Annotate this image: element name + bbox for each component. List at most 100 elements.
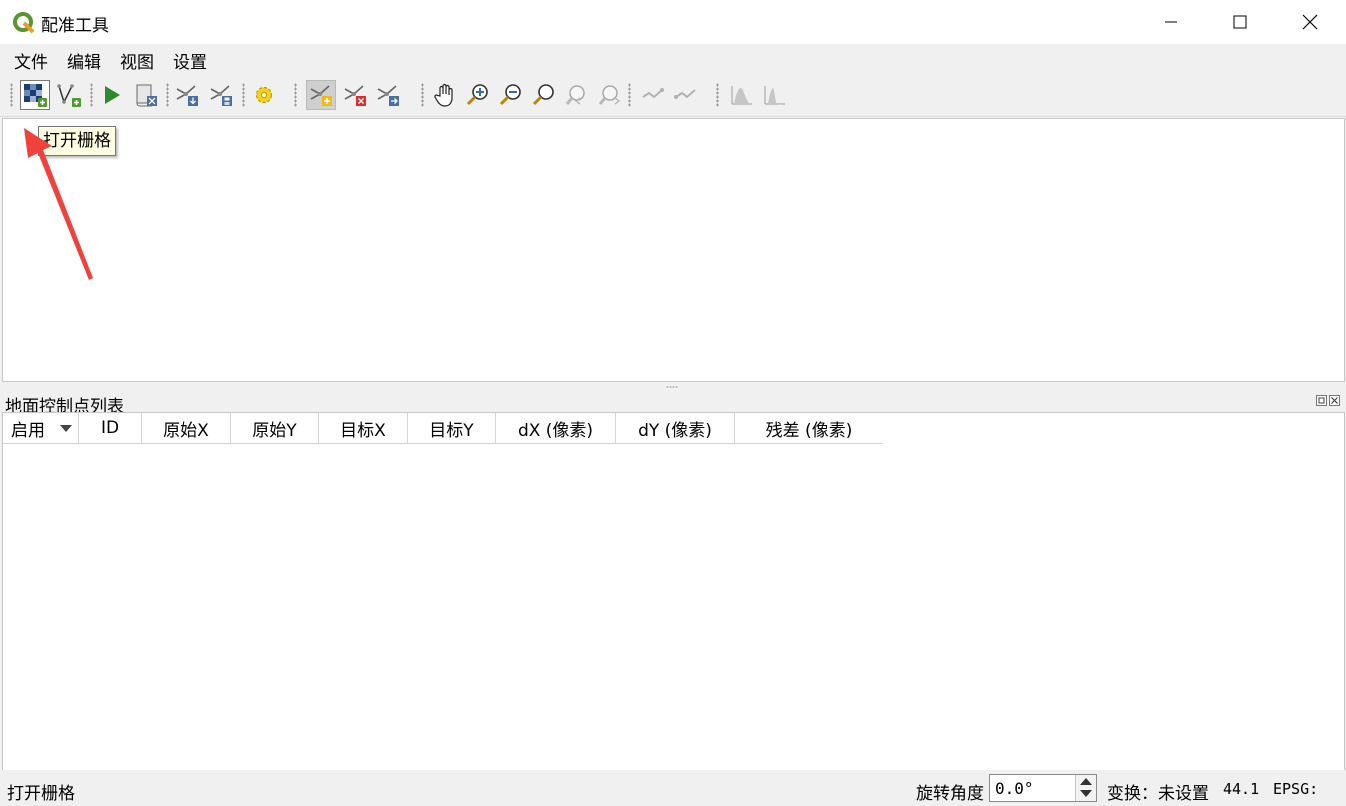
epsg-label[interactable]: EPSG: xyxy=(1273,780,1318,798)
column-header-label: 原始Y xyxy=(252,420,297,441)
add-vector-icon xyxy=(57,84,81,107)
link-georeferencer-button[interactable] xyxy=(638,80,668,110)
sort-descending-icon xyxy=(60,425,72,432)
open-raster-button[interactable] xyxy=(20,80,50,110)
close-button[interactable] xyxy=(1275,0,1345,44)
map-canvas[interactable] xyxy=(2,118,1345,382)
table-header: 启用 ID 原始X 原始Y 目标X 目标Y dX (像素) dY (像素) 残差… xyxy=(3,413,883,444)
maximize-button[interactable] xyxy=(1205,0,1275,44)
float-icon xyxy=(1318,397,1325,404)
splitter-grip xyxy=(666,386,678,388)
toolbar-grip[interactable] xyxy=(716,83,719,107)
menu-edit[interactable]: 编辑 xyxy=(65,48,103,73)
transformation-settings-button[interactable] xyxy=(249,80,279,110)
delete-point-button[interactable] xyxy=(340,80,370,110)
open-raster-icon xyxy=(24,84,47,107)
column-header-dest-x[interactable]: 目标X xyxy=(319,413,408,444)
load-gcp-icon xyxy=(176,85,198,106)
status-bar: 打开栅格 旋转角度 0.0° 变换：未设置 44.1 EPSG: xyxy=(0,770,1346,806)
zoom-last-button[interactable] xyxy=(562,80,592,110)
save-gcp-icon xyxy=(210,85,232,106)
dock-buttons xyxy=(1316,395,1340,406)
add-point-button[interactable] xyxy=(306,80,336,110)
column-header-source-y[interactable]: 原始Y xyxy=(231,413,319,444)
start-georeferencing-button[interactable] xyxy=(97,80,127,110)
spin-down-icon[interactable] xyxy=(1080,790,1092,797)
qgis-logo-icon xyxy=(13,12,35,34)
full-histogram-stretch-icon xyxy=(731,86,752,105)
toolbar-grip[interactable] xyxy=(294,83,297,107)
close-icon xyxy=(1331,397,1338,404)
gear-icon xyxy=(255,86,273,104)
zoom-to-layer-button[interactable] xyxy=(529,80,559,110)
move-point-icon xyxy=(377,85,399,106)
generate-gdal-script-button[interactable] xyxy=(131,80,161,110)
pan-button[interactable] xyxy=(430,80,460,110)
toolbar-grip[interactable] xyxy=(10,83,13,107)
full-histogram-stretch-button[interactable] xyxy=(727,80,757,110)
transform-status: 变换：未设置 xyxy=(1107,784,1209,804)
rotation-label: 旋转角度 xyxy=(916,784,984,804)
link-qgis-button[interactable] xyxy=(671,80,701,110)
link-georeferencer-icon xyxy=(642,88,664,99)
maximize-icon xyxy=(1233,15,1247,29)
gcp-table[interactable]: 启用 ID 原始X 原始Y 目标X 目标Y dX (像素) dY (像素) 残差… xyxy=(2,412,1345,771)
play-icon xyxy=(105,86,120,104)
toolbar-grip[interactable] xyxy=(166,83,169,107)
column-header-dx[interactable]: dX (像素) xyxy=(496,413,616,444)
menu-settings[interactable]: 设置 xyxy=(171,48,209,73)
window-title: 配准工具 xyxy=(41,16,109,36)
local-histogram-stretch-icon xyxy=(764,86,785,105)
zoom-next-button[interactable] xyxy=(595,80,625,110)
minimize-icon xyxy=(1165,21,1177,23)
spin-up-icon[interactable] xyxy=(1080,778,1092,785)
add-point-icon xyxy=(310,85,332,106)
save-gcp-button[interactable] xyxy=(206,80,236,110)
zoom-next-icon xyxy=(598,85,621,105)
title-bar: 配准工具 xyxy=(0,0,1346,44)
link-qgis-icon xyxy=(674,89,696,99)
toolbar-grip[interactable] xyxy=(242,83,245,107)
close-panel-button[interactable] xyxy=(1329,395,1340,406)
local-histogram-stretch-button[interactable] xyxy=(760,80,790,110)
zoom-in-button[interactable] xyxy=(463,80,493,110)
column-header-residual[interactable]: 残差 (像素) xyxy=(735,413,883,444)
splitter-handle[interactable] xyxy=(0,382,1346,392)
coordinate-readout: 44.1 xyxy=(1223,780,1260,798)
toolbar-grip[interactable] xyxy=(90,83,93,107)
float-panel-button[interactable] xyxy=(1316,395,1327,406)
menu-view[interactable]: 视图 xyxy=(118,48,156,73)
column-header-label: 目标Y xyxy=(429,420,474,441)
zoom-out-button[interactable] xyxy=(496,80,526,110)
column-header-label: 启用 xyxy=(11,420,45,441)
delete-point-icon xyxy=(344,85,366,106)
column-header-label: 残差 (像素) xyxy=(765,420,853,441)
toolbar-grip[interactable] xyxy=(628,83,631,107)
menu-file[interactable]: 文件 xyxy=(12,48,50,73)
column-header-label: ID xyxy=(100,418,120,438)
column-header-label: 目标X xyxy=(340,420,386,441)
move-point-button[interactable] xyxy=(373,80,403,110)
rotation-value[interactable]: 0.0° xyxy=(995,779,1034,798)
column-header-label: dY (像素) xyxy=(638,420,712,441)
rotation-spinbox[interactable]: 0.0° xyxy=(989,774,1097,802)
column-header-dest-y[interactable]: 目标Y xyxy=(408,413,496,444)
status-message: 打开栅格 xyxy=(7,784,75,804)
column-header-label: 原始X xyxy=(163,420,209,441)
add-vector-button[interactable] xyxy=(54,80,84,110)
load-gcp-button[interactable] xyxy=(172,80,202,110)
column-header-dy[interactable]: dY (像素) xyxy=(616,413,735,444)
tooltip: 打开栅格 xyxy=(38,126,116,156)
column-header-id[interactable]: ID xyxy=(79,413,142,444)
column-header-source-x[interactable]: 原始X xyxy=(142,413,231,444)
zoom-out-icon xyxy=(499,84,521,106)
close-icon xyxy=(1302,14,1318,30)
minimize-button[interactable] xyxy=(1136,0,1206,44)
toolbar xyxy=(0,74,1346,117)
pan-icon xyxy=(434,83,453,107)
zoom-in-icon xyxy=(466,84,488,106)
menu-bar: 文件 编辑 视图 设置 xyxy=(0,44,1346,74)
toolbar-grip[interactable] xyxy=(421,83,424,107)
column-header-enabled[interactable]: 启用 xyxy=(3,413,79,444)
zoom-last-icon xyxy=(565,85,585,105)
